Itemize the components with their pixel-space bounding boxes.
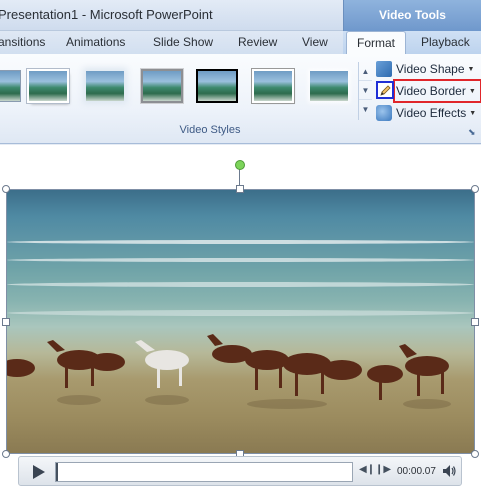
resize-handle-top-left[interactable] [2,185,10,193]
video-shape-icon [376,61,392,77]
play-icon [33,465,45,479]
video-effects-label: Video Effects [396,106,467,120]
video-shape-label: Video Shape [396,62,465,76]
resize-handle-top[interactable] [236,185,244,193]
video-border-pen-icon[interactable] [376,81,394,99]
running-horses-image [7,334,451,409]
video-border-label: Video Border [396,84,466,98]
step-forward-icon[interactable]: ❙▶ [375,464,391,475]
video-style-thumb[interactable] [254,71,292,101]
volume-icon[interactable] [441,463,457,482]
dialog-launcher-icon[interactable]: ⬊ [468,127,476,138]
tab-review[interactable]: Review [238,35,277,49]
video-style-thumb[interactable] [198,71,236,101]
tab-view[interactable]: View [302,35,328,49]
resize-handle-right[interactable] [471,318,479,326]
chevron-down-icon: ▼ [467,65,475,73]
playback-progress-bar[interactable] [55,462,353,482]
rotation-handle[interactable] [235,160,245,170]
tab-transitions[interactable]: ansitions [0,35,45,49]
contextual-tab-group-video-tools: Video Tools [343,0,481,31]
video-style-thumb[interactable] [86,71,124,101]
play-button[interactable] [27,462,49,482]
rotation-connector [239,168,240,186]
media-player-bar: ◀❙ ❙▶ 00:00.07 [18,456,462,486]
tab-slide-show[interactable]: Slide Show [153,35,213,49]
video-border-button[interactable]: Video Border ▼ [393,79,481,103]
video-style-thumb[interactable] [0,71,20,101]
tab-animations[interactable]: Animations [66,35,125,49]
ribbon-tabs: ansitions Animations Slide Show Review V… [0,31,481,55]
gallery-more-button[interactable]: ▼ [359,100,372,119]
resize-handle-left[interactable] [2,318,10,326]
tab-format[interactable]: Format [346,31,407,55]
video-style-thumb[interactable] [310,71,348,101]
video-frame[interactable] [6,189,475,454]
resize-handle-bottom-right[interactable] [471,450,479,458]
video-shape-button[interactable]: Video Shape ▼ [376,58,481,80]
resize-handle-top-right[interactable] [471,185,479,193]
playback-time: 00:00.07 [397,466,436,477]
video-styles-group-label: Video Styles [179,124,241,136]
playback-position-marker[interactable] [56,463,58,481]
gallery-scroll-down-button[interactable]: ▼ [359,81,372,100]
window-title: Presentation1 - Microsoft PowerPoint [0,7,213,22]
chevron-down-icon: ▼ [469,109,477,117]
title-bar: Presentation1 - Microsoft PowerPoint Vid… [0,0,481,31]
chevron-down-icon: ▼ [468,87,476,95]
video-style-thumb[interactable] [143,71,181,101]
tab-playback[interactable]: Playback [421,35,470,49]
video-styles-gallery [0,62,358,120]
ribbon-format: ▲ ▼ ▼ Video Shape ▼ Video Border ▼ Video… [0,54,481,144]
video-effects-button[interactable]: Video Effects ▼ [376,102,481,124]
step-back-icon[interactable]: ◀❙ [359,464,375,475]
video-style-thumb[interactable] [29,71,67,101]
gallery-scroll-up-button[interactable]: ▲ [359,62,372,81]
resize-handle-bottom-left[interactable] [2,450,10,458]
gallery-scroll: ▲ ▼ ▼ [358,62,372,120]
video-effects-icon [376,105,392,121]
